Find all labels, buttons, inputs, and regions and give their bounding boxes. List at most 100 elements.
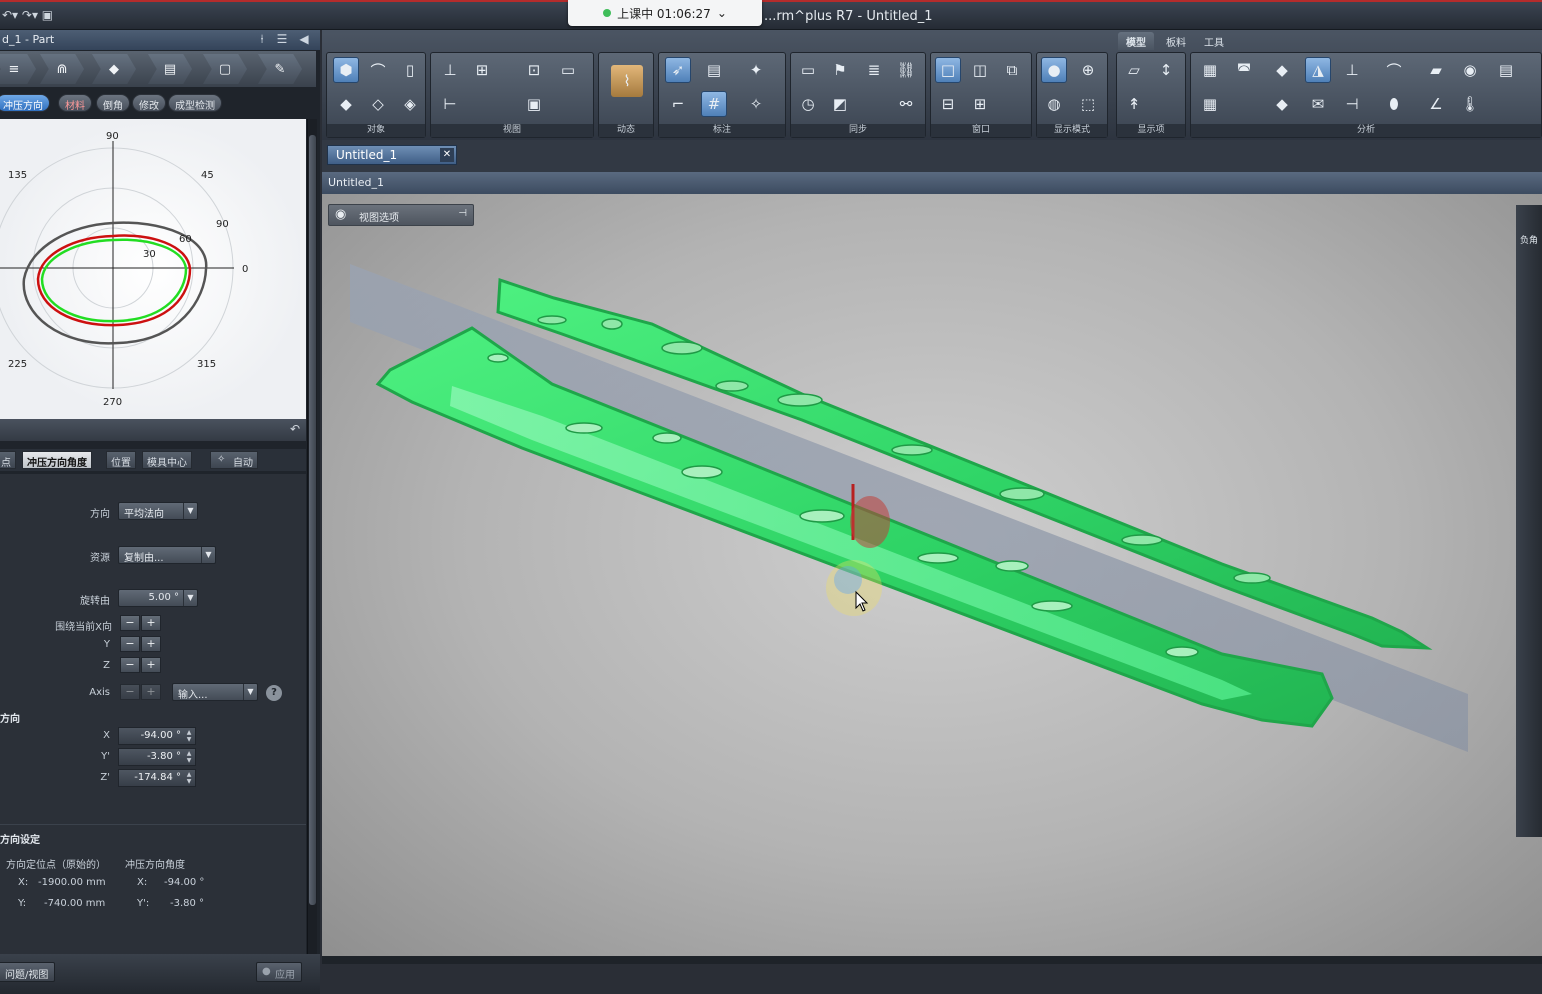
- flat-plane-icon[interactable]: ◆: [1269, 57, 1295, 83]
- auto-button[interactable]: ✧ 自动: [210, 451, 258, 469]
- clock-icon[interactable]: ◷: [795, 91, 821, 117]
- plane-3-icon[interactable]: ◈: [397, 91, 423, 117]
- ellipse-icon[interactable]: ⬮: [1381, 91, 1407, 117]
- highlight-surface-icon[interactable]: ▦: [1197, 91, 1223, 117]
- lesson-status-overlay[interactable]: 上课中 01:06:27 ⌄: [568, 0, 762, 26]
- axis-view-icon[interactable]: ⊥: [437, 57, 463, 83]
- multi-axis-icon[interactable]: ⊞: [469, 57, 495, 83]
- zoom-box-icon[interactable]: ▣: [521, 91, 547, 117]
- step-4-icon[interactable]: ▤: [148, 54, 192, 84]
- split-vertical-icon[interactable]: ◫: [967, 57, 993, 83]
- rotate-y-minus-button[interactable]: −: [120, 636, 140, 652]
- 3d-viewport[interactable]: ◉ 视图选项 ⊣: [322, 194, 1542, 956]
- axis-minus-button[interactable]: −: [120, 684, 140, 700]
- video-camera-icon[interactable]: ▭: [795, 57, 821, 83]
- scrollbar-thumb[interactable]: [309, 135, 316, 905]
- pin-icon[interactable]: ⍿: [254, 32, 270, 48]
- analysis-shell-icon[interactable]: ◚: [1231, 57, 1257, 83]
- four-window-icon[interactable]: ⊞: [967, 91, 993, 117]
- single-window-icon[interactable]: □: [935, 57, 961, 83]
- list-icon[interactable]: ☰: [274, 32, 290, 48]
- subtab-formability[interactable]: 成型检测: [168, 94, 222, 112]
- direction-arrow-icon[interactable]: ↕: [1153, 57, 1179, 83]
- rotate-z-plus-button[interactable]: +: [141, 657, 161, 673]
- rotate-step-select[interactable]: 5.00 ° ▼: [118, 589, 198, 607]
- wire-sphere-icon[interactable]: ⊕: [1075, 57, 1101, 83]
- flat-plane-2-icon[interactable]: ◆: [1269, 91, 1295, 117]
- split-horizontal-icon[interactable]: ⊟: [935, 91, 961, 117]
- view-options-bar[interactable]: ◉ 视图选项 ⊣: [328, 204, 474, 226]
- spinner-icon[interactable]: ▲ ▼: [184, 729, 194, 743]
- wand-icon[interactable]: ✦: [743, 57, 769, 83]
- mail-icon[interactable]: ✉: [1305, 91, 1331, 117]
- reset-view-icon[interactable]: ↶: [290, 422, 300, 436]
- list-sync-icon[interactable]: ≣: [861, 57, 887, 83]
- number-tag-icon[interactable]: #: [701, 91, 727, 117]
- unlink-icon[interactable]: ⚯: [893, 91, 919, 117]
- dynamic-section-icon[interactable]: ⌇: [611, 65, 643, 97]
- curvature-icon[interactable]: ⌒: [1381, 57, 1407, 83]
- draft-angle-icon[interactable]: ◮: [1305, 57, 1331, 83]
- plane-2-icon[interactable]: ◇: [365, 91, 391, 117]
- tab-point[interactable]: 点: [0, 451, 16, 469]
- link-icon[interactable]: ⛓: [893, 57, 919, 83]
- axis-arrow-icon[interactable]: ⊥: [1339, 57, 1365, 83]
- ribbon-tab-tools[interactable]: 工具: [1196, 32, 1232, 50]
- label-flag-icon[interactable]: ⚑: [827, 57, 853, 83]
- left-panel-scrollbar[interactable]: [307, 119, 317, 954]
- surface-icon[interactable]: ⌒: [365, 57, 391, 83]
- globe-icon[interactable]: ◍: [1041, 91, 1067, 117]
- source-select[interactable]: 复制由... ▼: [118, 546, 216, 564]
- subtab-modify[interactable]: 修改: [132, 94, 166, 112]
- cascade-icon[interactable]: ⧉: [999, 57, 1025, 83]
- step-3-icon[interactable]: ◆: [92, 54, 136, 84]
- rotate-y-plus-button[interactable]: +: [141, 636, 161, 652]
- axis-input-select[interactable]: 输入... ▼: [172, 683, 258, 701]
- normal-arrow-icon[interactable]: ↟: [1121, 91, 1147, 117]
- section-icon[interactable]: ▰: [1423, 57, 1449, 83]
- pin-icon[interactable]: ⊣: [458, 208, 467, 219]
- camera-icon[interactable]: ▭: [555, 57, 581, 83]
- step-5-icon[interactable]: ▢: [203, 54, 247, 84]
- z-angle-field[interactable]: -174.84 ° ▲ ▼: [118, 769, 196, 787]
- quick-access-toolbar[interactable]: ↶▾ ↷▾ ▣: [2, 8, 53, 22]
- show-items-icon[interactable]: ▱: [1121, 57, 1147, 83]
- subtab-material[interactable]: 材料: [58, 94, 92, 112]
- subtab-stamping-direction[interactable]: 冲压方向: [0, 94, 50, 112]
- select-object-icon[interactable]: ⬢: [333, 57, 359, 83]
- mesh-icon[interactable]: ⬚: [1075, 91, 1101, 117]
- measure-icon[interactable]: ⊣: [1339, 91, 1365, 117]
- eye-icon[interactable]: ◉: [335, 207, 346, 222]
- chevron-down-icon[interactable]: ⌄: [717, 6, 727, 20]
- book-analysis-icon[interactable]: ▤: [1493, 57, 1519, 83]
- right-side-panel[interactable]: 负角: [1516, 205, 1542, 837]
- spinner-icon[interactable]: ▲ ▼: [184, 771, 194, 785]
- rotate-x-plus-button[interactable]: +: [141, 615, 161, 631]
- ribbon-tab-blank[interactable]: 板料: [1158, 32, 1194, 50]
- book-icon[interactable]: ▯: [397, 57, 423, 83]
- step-1-icon[interactable]: ≡: [0, 54, 36, 84]
- wand-2-icon[interactable]: ✧: [743, 91, 769, 117]
- polar-plot[interactable]: 90 45 0 315 270 225 135 30 60 90: [0, 119, 306, 419]
- document-tab[interactable]: Untitled_1 ✕: [327, 145, 457, 165]
- angle-icon[interactable]: ∠: [1423, 91, 1449, 117]
- step-6-icon[interactable]: ✎: [258, 54, 302, 84]
- direction-select[interactable]: 平均法向 ▼: [118, 502, 198, 520]
- ruler-icon[interactable]: ▤: [701, 57, 727, 83]
- subtab-fillet[interactable]: 倒角: [96, 94, 130, 112]
- thermometer-icon[interactable]: 🌡: [1457, 91, 1483, 117]
- analysis-surface-icon[interactable]: ▦: [1197, 57, 1223, 83]
- align-view-icon[interactable]: ⊢: [437, 91, 463, 117]
- step-2-icon[interactable]: ⋒: [40, 54, 84, 84]
- help-icon[interactable]: ?: [266, 685, 282, 701]
- apply-button[interactable]: ● 应用: [256, 962, 302, 982]
- tab-position[interactable]: 位置: [106, 451, 136, 469]
- collapse-left-icon[interactable]: ◀: [296, 32, 312, 48]
- zoom-fit-icon[interactable]: ⊡: [521, 57, 547, 83]
- pointer-icon[interactable]: ➶: [665, 57, 691, 83]
- sphere-analysis-icon[interactable]: ◉: [1457, 57, 1483, 83]
- spinner-icon[interactable]: ▲ ▼: [184, 750, 194, 764]
- x-angle-field[interactable]: -94.00 ° ▲ ▼: [118, 727, 196, 745]
- rotate-z-minus-button[interactable]: −: [120, 657, 140, 673]
- ribbon-tab-model[interactable]: 模型: [1118, 32, 1154, 50]
